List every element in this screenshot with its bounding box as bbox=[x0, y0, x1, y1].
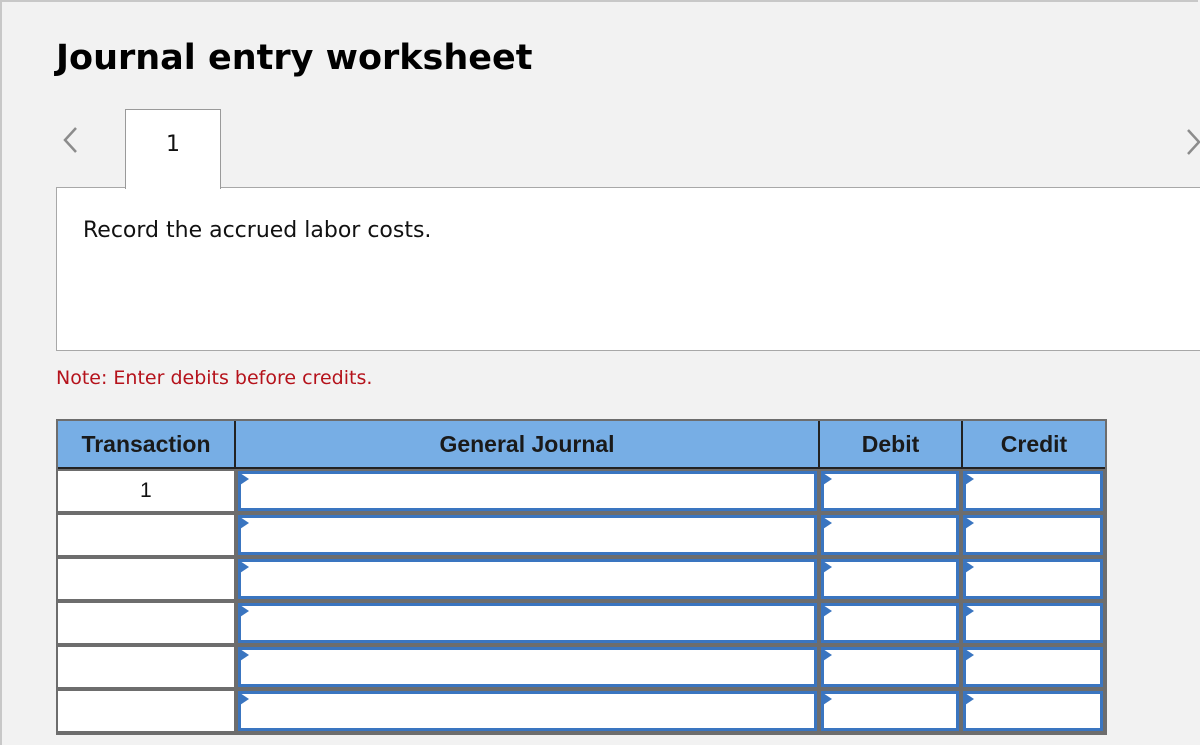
note-text: Note: Enter debits before credits. bbox=[56, 367, 373, 389]
credit-input[interactable] bbox=[963, 691, 1103, 731]
header-transaction: Transaction bbox=[58, 421, 236, 467]
table-header: Transaction General Journal Debit Credit bbox=[58, 421, 1105, 469]
dropdown-marker-icon bbox=[822, 693, 832, 705]
transaction-cell bbox=[58, 515, 234, 555]
debit-input[interactable] bbox=[820, 603, 960, 643]
page-title: Journal entry worksheet bbox=[56, 38, 533, 78]
dropdown-marker-icon bbox=[965, 693, 975, 705]
dropdown-marker-icon bbox=[965, 649, 975, 661]
debit-input[interactable] bbox=[820, 559, 960, 599]
dropdown-marker-icon bbox=[822, 473, 832, 485]
dropdown-marker-icon bbox=[239, 561, 249, 573]
transaction-cell: 1 bbox=[58, 471, 234, 511]
chevron-right-icon bbox=[1187, 129, 1200, 155]
instruction-text: Record the accrued labor costs. bbox=[83, 218, 432, 243]
tab-1[interactable]: 1 bbox=[125, 109, 221, 189]
dropdown-marker-icon bbox=[822, 561, 832, 573]
table-row bbox=[58, 557, 1105, 601]
transaction-cell bbox=[58, 559, 234, 599]
account-input[interactable] bbox=[237, 515, 817, 555]
tab-label: 1 bbox=[166, 132, 180, 157]
instruction-panel: Record the accrued labor costs. bbox=[56, 187, 1200, 351]
dropdown-marker-icon bbox=[822, 517, 832, 529]
dropdown-marker-icon bbox=[239, 649, 249, 661]
credit-input[interactable] bbox=[963, 471, 1103, 511]
dropdown-marker-icon bbox=[965, 473, 975, 485]
account-input[interactable] bbox=[237, 603, 817, 643]
header-general-journal: General Journal bbox=[236, 421, 820, 467]
chevron-left-icon bbox=[63, 127, 77, 153]
transaction-cell bbox=[58, 603, 234, 643]
credit-input[interactable] bbox=[963, 647, 1103, 687]
account-input[interactable] bbox=[237, 471, 817, 511]
dropdown-marker-icon bbox=[239, 473, 249, 485]
transaction-cell bbox=[58, 691, 234, 731]
credit-input[interactable] bbox=[963, 603, 1103, 643]
table-row bbox=[58, 601, 1105, 645]
debit-input[interactable] bbox=[820, 515, 960, 555]
table-row bbox=[58, 513, 1105, 557]
debit-input[interactable] bbox=[820, 691, 960, 731]
table-body: 1 bbox=[58, 469, 1105, 733]
account-input[interactable] bbox=[237, 559, 817, 599]
dropdown-marker-icon bbox=[965, 561, 975, 573]
table-row bbox=[58, 645, 1105, 689]
dropdown-marker-icon bbox=[239, 517, 249, 529]
account-input[interactable] bbox=[237, 691, 817, 731]
debit-input[interactable] bbox=[820, 471, 960, 511]
dropdown-marker-icon bbox=[239, 605, 249, 617]
credit-input[interactable] bbox=[963, 515, 1103, 555]
header-debit: Debit bbox=[820, 421, 963, 467]
debit-input[interactable] bbox=[820, 647, 960, 687]
next-button[interactable] bbox=[1186, 124, 1200, 160]
dropdown-marker-icon bbox=[822, 605, 832, 617]
transaction-cell bbox=[58, 647, 234, 687]
dropdown-marker-icon bbox=[822, 649, 832, 661]
prev-button[interactable] bbox=[58, 122, 82, 158]
credit-input[interactable] bbox=[963, 559, 1103, 599]
account-input[interactable] bbox=[237, 647, 817, 687]
dropdown-marker-icon bbox=[965, 605, 975, 617]
journal-table: Transaction General Journal Debit Credit… bbox=[56, 419, 1107, 735]
table-row: 1 bbox=[58, 469, 1105, 513]
header-credit: Credit bbox=[1000, 430, 1068, 457]
dropdown-marker-icon bbox=[239, 693, 249, 705]
table-row bbox=[58, 689, 1105, 733]
dropdown-marker-icon bbox=[965, 517, 975, 529]
